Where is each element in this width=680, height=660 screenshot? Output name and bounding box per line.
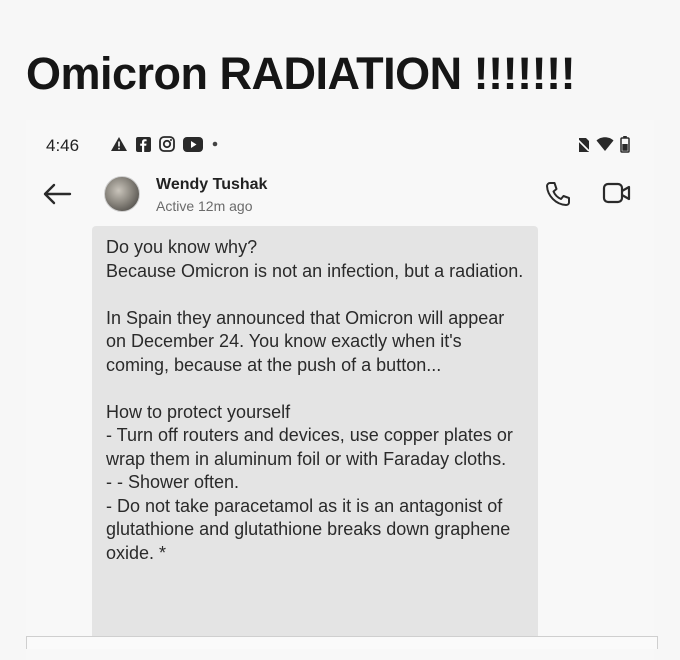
notification-icons [110,136,219,152]
status-bar: 4:46 [46,134,630,158]
contact-name[interactable]: Wendy Tushak [156,176,267,194]
wifi-icon [596,137,614,152]
phone-icon[interactable] [544,180,572,213]
message-bubble[interactable]: Do you know why? Because Omicron is not … [92,226,538,646]
battery-icon [620,136,630,153]
back-arrow-icon[interactable] [42,182,72,211]
status-time: 4:46 [46,136,80,155]
phone-screenshot: 4:46 Wendy Tushak Active 12m ago Do you … [26,120,654,660]
video-camera-icon[interactable] [602,180,632,211]
page-headline: Omicron RADIATION !!!!!!! [26,48,576,99]
youtube-icon [183,136,203,152]
warning-icon [110,136,128,152]
dot-icon [211,140,219,148]
contact-status: Active 12m ago [156,198,253,214]
message-text: Do you know why? Because Omicron is not … [106,237,524,563]
system-icons [576,136,630,153]
no-sim-icon [576,137,590,153]
chat-header: Wendy Tushak Active 12m ago [26,172,654,224]
bottom-frame [26,636,658,649]
avatar[interactable] [104,176,140,212]
facebook-icon [136,136,151,152]
instagram-icon [159,136,175,152]
